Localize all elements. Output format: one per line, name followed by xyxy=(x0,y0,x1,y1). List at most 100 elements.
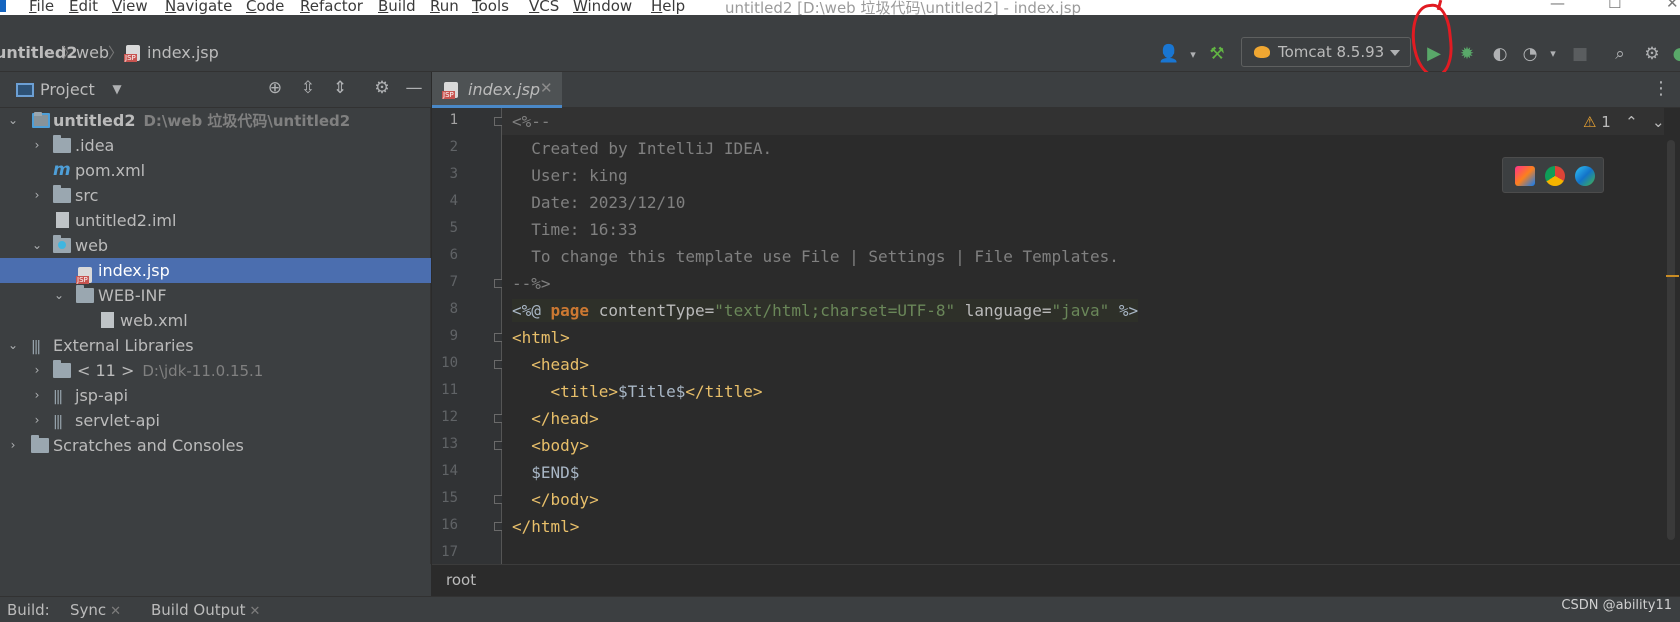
menu-build[interactable]: Build xyxy=(378,0,416,15)
chevron-down-icon[interactable]: ▾ xyxy=(1181,43,1205,67)
chevron-down-icon[interactable]: ⌄ xyxy=(6,108,20,133)
tree-item-scratches[interactable]: › Scratches and Consoles xyxy=(0,433,431,458)
plugin-icon[interactable]: ● xyxy=(1668,42,1680,66)
collapse-all-icon[interactable]: ⇕ xyxy=(329,78,351,98)
gear-icon[interactable]: ⚙ xyxy=(1640,42,1664,66)
line-number: 6 xyxy=(449,247,458,263)
close-window-icon[interactable]: ✕ xyxy=(1666,0,1679,12)
project-panel-title[interactable]: Project xyxy=(40,80,95,99)
close-icon[interactable]: ✕ xyxy=(540,79,553,97)
library-icon xyxy=(53,383,71,398)
menu-file[interactable]: File xyxy=(29,0,54,15)
hide-icon[interactable]: — xyxy=(403,78,425,98)
locate-icon[interactable]: ⊕ xyxy=(264,78,286,98)
breadcrumb-separator-icon: 〉 xyxy=(108,44,124,62)
run-configuration-select[interactable]: Tomcat 8.5.93 xyxy=(1241,37,1411,67)
tree-item-pom[interactable]: m pom.xml xyxy=(0,158,431,183)
chevron-right-icon[interactable]: › xyxy=(30,383,44,408)
tree-item-path: D:\jdk-11.0.15.1 xyxy=(142,362,264,380)
chevron-down-icon[interactable]: ⌄ xyxy=(52,283,66,308)
more-icon[interactable]: ⋮ xyxy=(1652,78,1670,99)
expand-all-icon[interactable]: ⇳ xyxy=(297,78,319,98)
menu-vcs[interactable]: VCS xyxy=(529,0,559,15)
menu-edit[interactable]: Edit xyxy=(69,0,98,15)
scrollbar-thumb[interactable] xyxy=(1667,140,1675,540)
scratches-icon xyxy=(31,435,49,453)
tree-item-web[interactable]: ⌄ web xyxy=(0,233,431,258)
search-icon[interactable]: ⌕ xyxy=(1608,42,1632,66)
code-editor[interactable]: <%-- Created by IntelliJ IDEA. User: kin… xyxy=(502,108,1664,564)
debug-icon[interactable]: ✹ xyxy=(1455,42,1479,66)
chevron-down-icon[interactable]: ▼ xyxy=(106,82,128,96)
menu-view[interactable]: View xyxy=(112,0,148,15)
chevron-right-icon[interactable]: › xyxy=(30,408,44,433)
editor-breadcrumb-root[interactable]: root xyxy=(446,571,476,589)
tree-item-idea[interactable]: › .idea xyxy=(0,133,431,158)
coverage-icon[interactable]: ◐ xyxy=(1488,42,1512,66)
xml-file-icon xyxy=(101,312,114,328)
project-panel-footer xyxy=(0,564,431,596)
warning-marker[interactable] xyxy=(1666,275,1679,277)
tree-item-web-inf[interactable]: ⌄ WEB-INF xyxy=(0,283,431,308)
chevron-down-icon[interactable]: ⌄ xyxy=(30,233,44,258)
maximize-icon[interactable]: ☐ xyxy=(1608,0,1621,12)
tree-item-iml[interactable]: untitled2.iml xyxy=(0,208,431,233)
chevron-right-icon[interactable]: › xyxy=(30,183,44,208)
breadcrumb-file[interactable]: index.jsp xyxy=(147,43,219,62)
chevron-right-icon[interactable]: › xyxy=(6,433,20,458)
tree-item-web-xml[interactable]: web.xml xyxy=(0,308,431,333)
line-number: 4 xyxy=(449,193,458,209)
tree-item-label: untitled2.iml xyxy=(75,211,177,230)
user-icon[interactable]: 👤 xyxy=(1157,42,1181,66)
menu-tools[interactable]: Tools xyxy=(472,0,509,15)
chevron-down-icon[interactable]: ⌄ xyxy=(6,333,20,358)
menu-navigate[interactable]: Navigate xyxy=(165,0,232,15)
menu-window[interactable]: Window xyxy=(573,0,632,15)
tomcat-icon xyxy=(1254,46,1270,58)
tree-item-label: .idea xyxy=(75,136,115,155)
tree-item-index-jsp[interactable]: index.jsp xyxy=(0,258,431,284)
menu-code[interactable]: Code xyxy=(246,0,284,15)
chevron-up-icon[interactable]: ⌃ xyxy=(1625,113,1638,131)
profile-icon[interactable]: ◔ xyxy=(1518,42,1542,66)
intellij-browser-icon[interactable] xyxy=(1515,166,1535,186)
menu-help[interactable]: Help xyxy=(651,0,685,15)
chevron-down-icon[interactable]: ⌄ xyxy=(1652,113,1665,131)
library-icon xyxy=(53,408,71,423)
inspection-widget[interactable]: ⚠ 1 ⌃ ⌄ xyxy=(1583,113,1665,131)
gear-icon[interactable]: ⚙ xyxy=(371,78,393,98)
breadcrumb-web[interactable]: web xyxy=(76,43,109,62)
menu-refactor[interactable]: Refactor xyxy=(300,0,363,15)
tab-sync[interactable]: Sync ✕ xyxy=(70,601,121,619)
hammer-icon[interactable]: ⚒ xyxy=(1205,42,1229,66)
module-folder-icon xyxy=(32,112,50,128)
tab-build-output[interactable]: Build Output ✕ xyxy=(151,601,260,619)
close-icon[interactable]: ✕ xyxy=(250,604,261,619)
code-line-1: <%-- xyxy=(512,112,551,131)
tree-item-untitled2[interactable]: ⌄ untitled2 D:\web 垃圾代码\untitled2 xyxy=(0,108,431,133)
chrome-icon[interactable] xyxy=(1545,166,1565,186)
tree-item-label: < 11 > xyxy=(77,361,135,380)
editor-tab-bar: index.jsp ✕ ⋮ xyxy=(432,72,1680,108)
tree-item-src[interactable]: › src xyxy=(0,183,431,208)
chevron-down-icon[interactable]: ▾ xyxy=(1541,42,1565,66)
minimize-icon[interactable]: — xyxy=(1550,0,1565,12)
tree-item-external-libraries[interactable]: ⌄ External Libraries xyxy=(0,333,431,358)
breadcrumb-separator-icon: 〉 xyxy=(62,44,78,62)
chevron-right-icon[interactable]: › xyxy=(30,358,44,383)
folder-icon xyxy=(53,185,71,203)
menu-run[interactable]: Run xyxy=(430,0,459,15)
jsp-file-icon xyxy=(76,267,92,284)
edge-icon[interactable] xyxy=(1575,166,1595,186)
stop-icon[interactable]: ■ xyxy=(1568,42,1592,66)
editor-scrollbar[interactable] xyxy=(1664,108,1680,564)
tree-item-jdk[interactable]: › < 11 > D:\jdk-11.0.15.1 xyxy=(0,358,431,383)
tree-item-servlet-api[interactable]: › servlet-api xyxy=(0,408,431,433)
tree-item-label: untitled2 xyxy=(53,111,136,130)
close-icon[interactable]: ✕ xyxy=(110,604,121,619)
line-number: 7 xyxy=(449,274,458,290)
tab-index-jsp[interactable]: index.jsp ✕ xyxy=(432,72,562,108)
line-number: 14 xyxy=(441,463,458,479)
chevron-right-icon[interactable]: › xyxy=(30,133,44,158)
tree-item-jsp-api[interactable]: › jsp-api xyxy=(0,383,431,408)
